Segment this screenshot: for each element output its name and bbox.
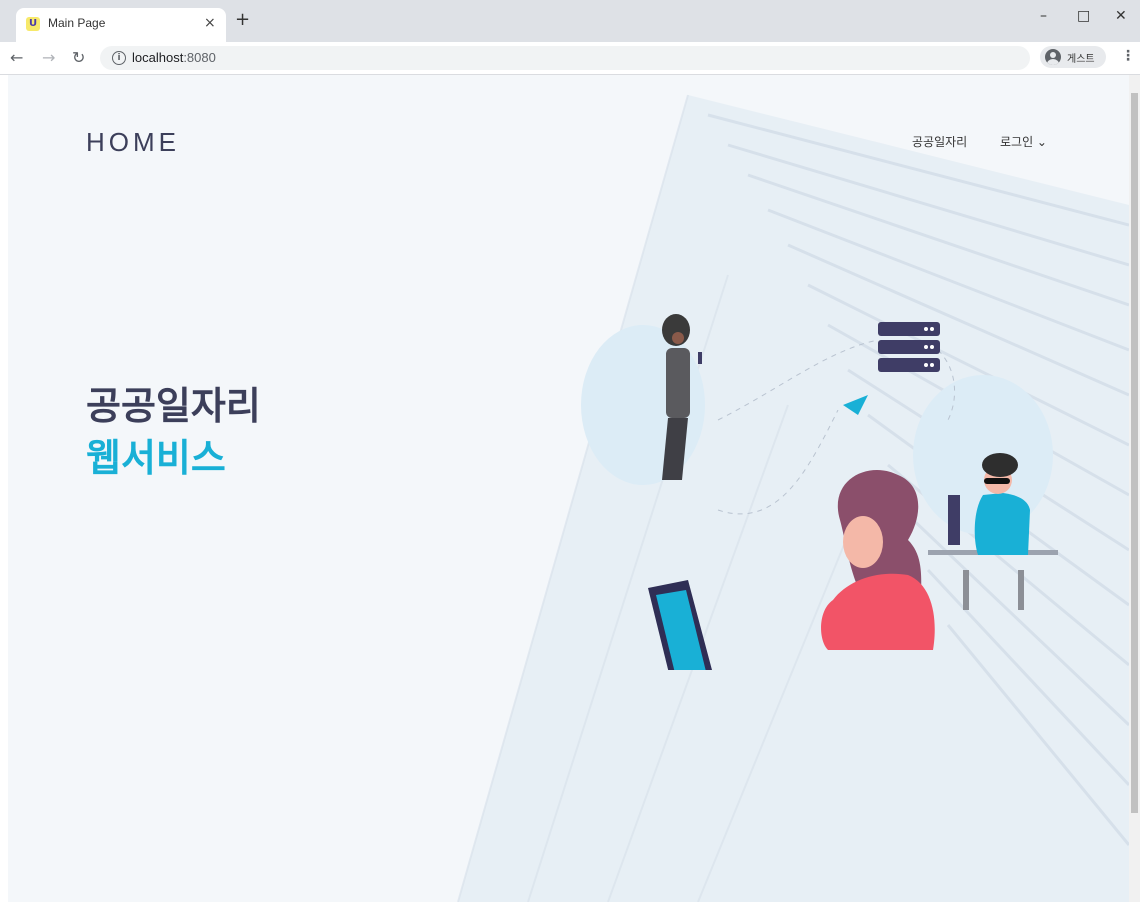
profile-button[interactable]: 게스트 bbox=[1040, 46, 1106, 68]
nav-public-jobs[interactable]: 공공일자리 bbox=[912, 133, 967, 150]
info-icon[interactable]: i bbox=[112, 51, 126, 65]
nav-login-dropdown[interactable]: 로그인 ⌄ bbox=[1000, 133, 1047, 150]
forward-arrow-icon[interactable]: → bbox=[42, 48, 55, 67]
page-viewport: HOME 공공일자리 로그인 ⌄ 공공일자리 웹서비스 bbox=[8, 75, 1129, 902]
reload-icon[interactable]: ↻ bbox=[72, 48, 85, 67]
hero-illustration bbox=[581, 314, 1058, 670]
paper-plane-icon bbox=[843, 395, 868, 415]
back-arrow-icon[interactable]: ← bbox=[10, 48, 23, 67]
new-tab-button[interactable]: + bbox=[235, 11, 250, 29]
url-text: localhost:8080 bbox=[132, 50, 216, 65]
page-scrollbar[interactable] bbox=[1129, 75, 1140, 902]
menu-dots-icon[interactable]: ⋮ bbox=[1121, 48, 1135, 64]
desk-person bbox=[648, 470, 935, 670]
tab-close-icon[interactable]: × bbox=[204, 15, 216, 31]
browser-toolbar: ← → ↻ i localhost:8080 게스트 ⋮ bbox=[0, 42, 1140, 75]
profile-icon bbox=[1045, 49, 1061, 65]
address-bar[interactable]: i localhost:8080 bbox=[100, 46, 1030, 70]
home-logo[interactable]: HOME bbox=[86, 127, 180, 158]
favicon-icon: U bbox=[26, 17, 40, 31]
scrollbar-thumb[interactable] bbox=[1131, 93, 1138, 813]
profile-label: 게스트 bbox=[1067, 54, 1095, 65]
hero-title: 공공일자리 bbox=[86, 384, 261, 428]
tab-title: Main Page bbox=[48, 16, 106, 30]
tab-main-page[interactable]: U Main Page × bbox=[16, 8, 226, 42]
maximize-button[interactable]: □ bbox=[1077, 8, 1090, 24]
minimize-button[interactable]: – bbox=[1040, 8, 1047, 24]
window-close-button[interactable]: ✕ bbox=[1115, 8, 1127, 24]
tab-strip: U Main Page × + – □ ✕ bbox=[0, 0, 1140, 42]
server-icon bbox=[878, 322, 940, 372]
hero-subtitle: 웹서비스 bbox=[86, 436, 226, 480]
